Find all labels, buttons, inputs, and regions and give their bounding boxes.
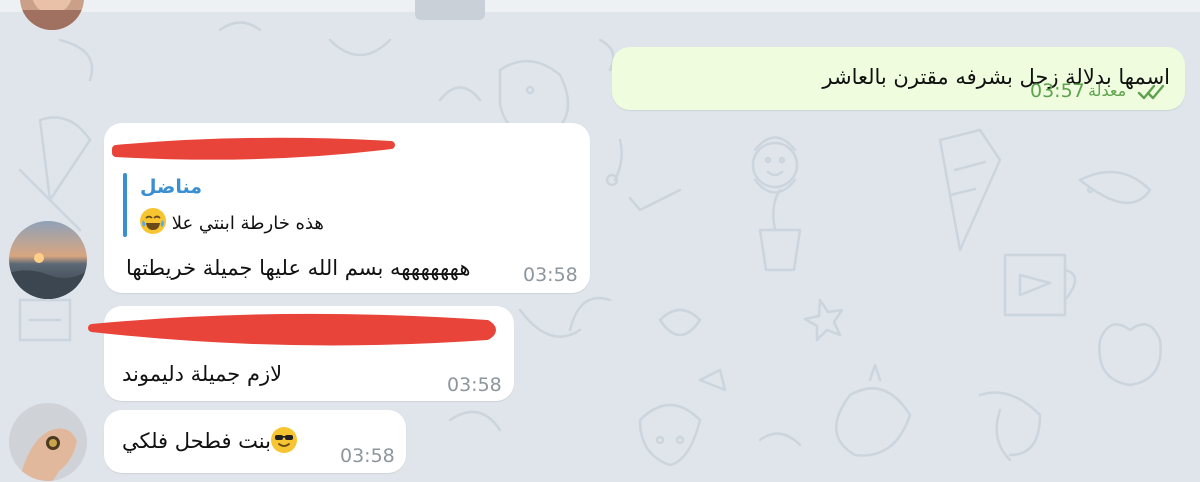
edited-label: معدلة bbox=[1088, 81, 1127, 100]
avatar[interactable] bbox=[9, 403, 87, 481]
message-text: بنت فطحل فلكي bbox=[122, 427, 297, 453]
outgoing-message-bubble[interactable]: اسمها بدلالة زحل بشرفه مقترن بالعاشر 03:… bbox=[612, 47, 1185, 110]
incoming-message-bubble[interactable]: بنت فطحل فلكي 03:58 bbox=[104, 410, 406, 473]
avatar[interactable] bbox=[9, 221, 87, 299]
message-text: هههههههه بسم الله عليها جميلة خريطتها bbox=[126, 256, 471, 280]
message-text: لازم جميلة دليموند bbox=[122, 362, 283, 386]
incoming-message-bubble[interactable]: مناضل هذه خارطة ابنتي علا هههههههه بسم ا… bbox=[104, 123, 590, 293]
message-time: 03:57 bbox=[1030, 80, 1085, 102]
sunglasses-emoji bbox=[270, 427, 297, 453]
message-time: 03:58 bbox=[447, 374, 502, 396]
reply-author[interactable]: مناضل bbox=[140, 176, 202, 198]
incoming-message-bubble[interactable]: لازم جميلة دليموند 03:58 bbox=[88, 306, 514, 401]
message-time: 03:58 bbox=[340, 445, 395, 467]
reply-quote-bar bbox=[123, 173, 127, 237]
scroll-indicator bbox=[415, 0, 485, 20]
reply-text: هذه خارطة ابنتي علا bbox=[140, 208, 324, 234]
redacted-sender-name bbox=[88, 313, 496, 346]
top-strip bbox=[0, 0, 1200, 12]
double-check-icon bbox=[1137, 84, 1165, 100]
redacted-sender-name bbox=[112, 137, 395, 160]
tears-of-joy-emoji bbox=[140, 208, 166, 234]
message-time: 03:58 bbox=[523, 264, 578, 286]
